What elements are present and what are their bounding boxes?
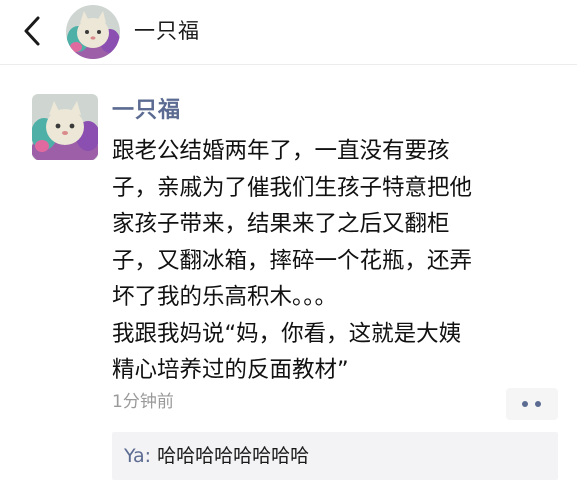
post-line: 跟老公结婚两年了，一直没有要孩 bbox=[112, 138, 450, 164]
comment-text: 哈哈哈哈哈哈哈哈 bbox=[157, 445, 310, 467]
post-line: 子，又翻冰箱，摔碎一个花瓶，还弄 bbox=[112, 247, 473, 274]
comment-item[interactable]: Ya: 哈哈哈哈哈哈哈哈 bbox=[124, 442, 309, 470]
comment-separator: : bbox=[144, 445, 158, 467]
more-dots-icon[interactable] bbox=[506, 388, 558, 420]
post-avatar[interactable] bbox=[32, 94, 98, 160]
post-line: 我跟我妈说“妈，你看，这就是大姨 bbox=[112, 320, 462, 347]
cat-avatar-icon bbox=[32, 94, 98, 160]
top-bar: 一只福 bbox=[0, 0, 577, 65]
header-title: 一只福 bbox=[134, 19, 200, 43]
post-author[interactable]: 一只福 bbox=[112, 96, 181, 126]
post-line: 坏了我的乐高积木。。。 bbox=[112, 284, 338, 310]
comment-area: Ya: 哈哈哈哈哈哈哈哈 bbox=[112, 432, 558, 480]
post-line: 家孩子带来，结果来了之后又翻柜 bbox=[112, 211, 450, 237]
chevron-left-icon[interactable] bbox=[18, 14, 46, 48]
dot bbox=[522, 401, 528, 407]
post-content: 跟老公结婚两年了，一直没有要孩 子，亲戚为了催我们生孩子特意把他 家孩子带来，结果来… bbox=[112, 133, 560, 389]
dot bbox=[535, 401, 541, 407]
header-avatar[interactable] bbox=[66, 5, 120, 59]
post-time: 1分钟前 bbox=[112, 392, 174, 412]
post-line: 子，亲戚为了催我们生孩子特意把他 bbox=[112, 174, 473, 201]
comment-user[interactable]: Ya bbox=[124, 445, 145, 467]
post-line: 精心培养过的反面教材” bbox=[112, 357, 349, 383]
cat-avatar-icon bbox=[66, 5, 120, 59]
